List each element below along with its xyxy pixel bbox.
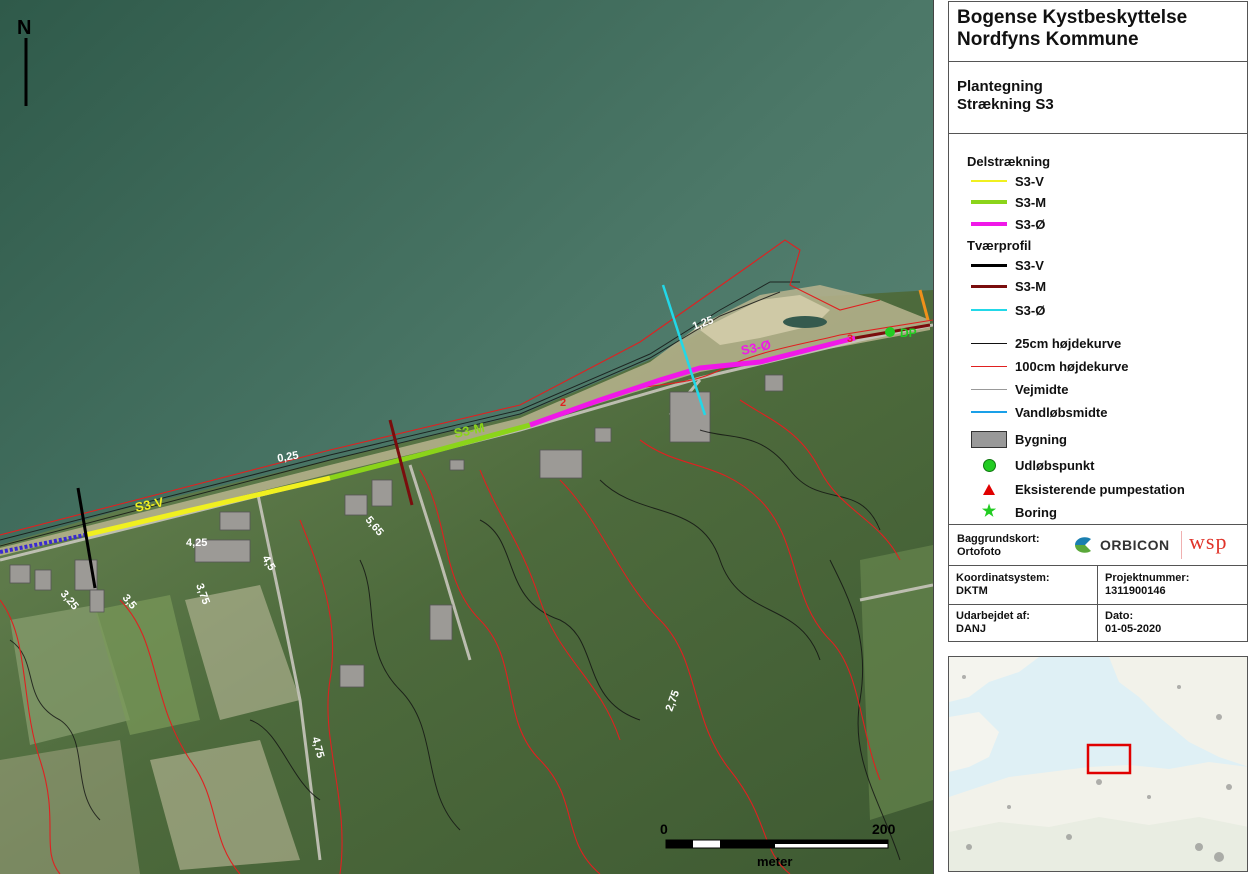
- star-icon: ★: [981, 503, 997, 520]
- project-value: 1311900146: [1105, 585, 1166, 597]
- legend-item-pump-station: Eksisterende pumpestation: [971, 479, 1185, 499]
- map-view[interactable]: S3-V S3-M S3-Ø DP 0,25 1,25 4,25 3,75 4,…: [0, 0, 934, 874]
- legend-item-delstraekning-s3-m: S3-M: [971, 192, 1046, 212]
- subtitle-box: Plantegning Strækning S3: [948, 61, 1248, 134]
- legend-item-tvaerprofil-s3-m: S3-M: [971, 276, 1046, 296]
- field: [0, 740, 140, 874]
- coord-value: DKTM: [956, 585, 988, 597]
- circle-icon: [982, 458, 996, 472]
- basemap-box: Baggrundskort: Ortofoto ORBICON wsp: [948, 524, 1248, 566]
- legend-item-boring: ★ Boring: [981, 503, 1057, 520]
- legend-item-building: Bygning: [971, 429, 1067, 449]
- legend-item-contour-100cm: 100cm højdekurve: [971, 356, 1128, 376]
- wsp-logo: wsp: [1189, 529, 1228, 554]
- legend-item-contour-25cm: 25cm højdekurve: [971, 333, 1121, 353]
- svg-text:200: 200: [872, 821, 896, 837]
- title-box: Bogense Kystbeskyttelse Nordfyns Kommune: [948, 1, 1248, 62]
- orbicon-logo: ORBICON: [1073, 535, 1170, 555]
- legend-item-outlet-point: Udløbspunkt: [971, 455, 1094, 475]
- coord-label: Koordinatsystem:: [956, 572, 1050, 584]
- project-label: Projektnummer:: [1105, 572, 1190, 584]
- legend-group-tvaerprofil-title: Tværprofil: [967, 238, 1032, 253]
- legend-item-watercourse: Vandløbsmidte: [971, 402, 1107, 422]
- project-box: Projektnummer: 1311900146: [1097, 565, 1248, 605]
- triangle-icon: [983, 483, 995, 495]
- legend-item-tvaerprofil-s3-o: S3-Ø: [971, 300, 1045, 320]
- svg-text:3: 3: [847, 333, 853, 345]
- svg-text:0: 0: [660, 821, 668, 837]
- title-line-1: Bogense Kystbeskyttelse: [957, 7, 1188, 28]
- coord-box: Koordinatsystem: DKTM: [948, 565, 1098, 605]
- outlet-label-dp: DP: [900, 326, 917, 340]
- legend-item-road-center: Vejmidte: [971, 379, 1068, 399]
- author-label: Udarbejdet af:: [956, 610, 1030, 622]
- overview-map: [948, 656, 1248, 872]
- date-box: Dato: 01-05-2020: [1097, 604, 1248, 642]
- basemap-label: Baggrundskort:: [957, 533, 1040, 545]
- subtitle-line-2: Strækning S3: [957, 96, 1054, 113]
- svg-text:meter: meter: [757, 854, 792, 869]
- subtitle-line-1: Plantegning: [957, 78, 1043, 95]
- date-value: 01-05-2020: [1105, 623, 1162, 635]
- author-value: DANJ: [956, 623, 986, 635]
- legend-item-delstraekning-s3-v: S3-V: [971, 171, 1044, 191]
- svg-text:4,25: 4,25: [186, 537, 207, 549]
- svg-text:N: N: [17, 17, 31, 39]
- author-box: Udarbejdet af: DANJ: [948, 604, 1098, 642]
- building-icon: [971, 430, 1007, 448]
- legend-box: Delstrækning S3-V S3-M S3-Ø Tværprofil S…: [948, 133, 1248, 525]
- legend-item-delstraekning-s3-o: S3-Ø: [971, 214, 1045, 234]
- legend-panel: Bogense Kystbeskyttelse Nordfyns Kommune…: [948, 1, 1250, 873]
- svg-text:2: 2: [560, 397, 566, 409]
- title-line-2: Nordfyns Kommune: [957, 29, 1139, 50]
- legend-group-delstraekning-title: Delstrækning: [967, 154, 1051, 169]
- basemap-value: Ortofoto: [957, 546, 1001, 558]
- outlet-point-marker: [885, 327, 895, 337]
- legend-item-tvaerprofil-s3-v: S3-V: [971, 255, 1044, 275]
- lagoon: [783, 316, 827, 328]
- date-label: Dato:: [1105, 610, 1134, 622]
